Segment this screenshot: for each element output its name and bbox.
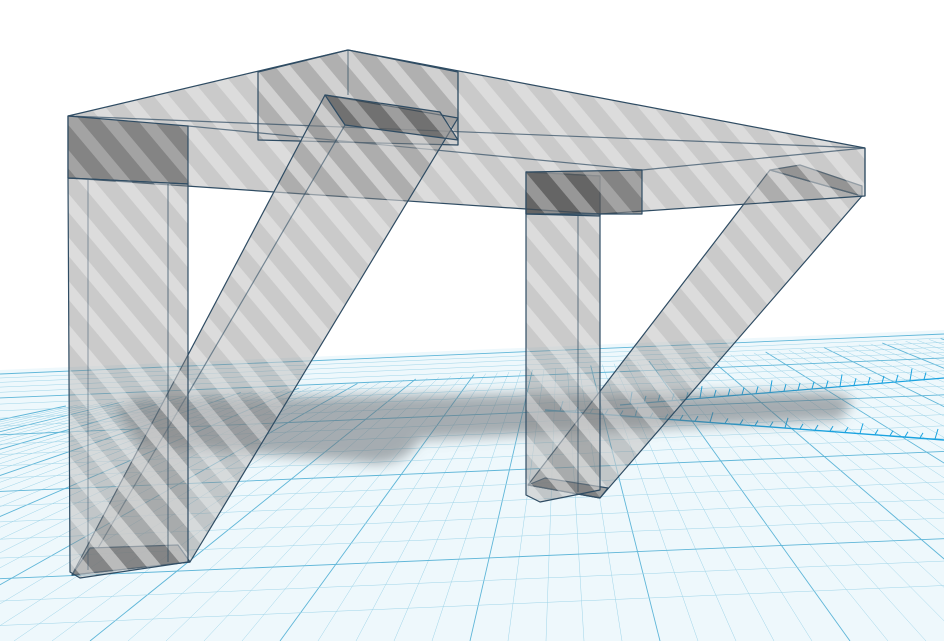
left-leg[interactable] (67, 177, 189, 579)
workplane-scene[interactable] (0, 0, 944, 641)
3d-design-viewport[interactable] (0, 0, 944, 641)
right-leg[interactable] (525, 171, 601, 503)
